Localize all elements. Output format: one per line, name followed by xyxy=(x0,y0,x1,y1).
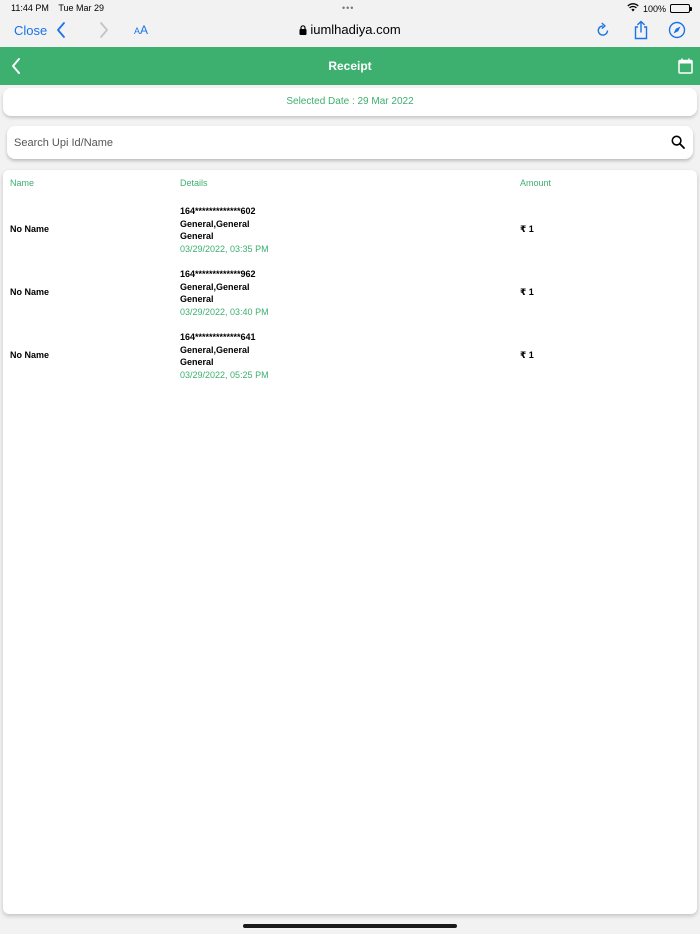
multitasking-dots[interactable]: ••• xyxy=(342,3,354,13)
selected-date-text: Selected Date : 29 Mar 2022 xyxy=(286,96,414,107)
lock-icon xyxy=(299,23,307,38)
search-input[interactable] xyxy=(7,126,657,159)
row-category: General,General xyxy=(180,218,250,229)
battery-icon xyxy=(670,4,692,13)
home-indicator[interactable] xyxy=(243,924,457,928)
selected-date-card[interactable]: Selected Date : 29 Mar 2022 xyxy=(3,88,697,116)
row-subcategory: General xyxy=(180,231,214,241)
search-icon[interactable] xyxy=(671,135,685,154)
column-header-details: Details xyxy=(180,178,208,188)
table-row[interactable]: No Name 164*************962 General,Gene… xyxy=(3,265,697,325)
row-amount: ₹ 1 xyxy=(520,287,534,297)
reload-icon[interactable] xyxy=(596,22,610,43)
row-name: No Name xyxy=(10,287,50,297)
battery-percent: 100% xyxy=(642,3,666,14)
column-header-name: Name xyxy=(10,178,35,188)
status-date: Tue Mar 29 xyxy=(58,3,105,13)
calendar-icon[interactable] xyxy=(678,58,693,79)
column-header-amount: Amount xyxy=(520,178,552,188)
row-subcategory: General xyxy=(180,294,214,304)
row-details: 164*************641 General,General Gene… xyxy=(180,331,269,381)
status-bar: 11:44 PM Tue Mar 29 ••• 100% xyxy=(0,0,700,16)
status-time: 11:44 PM xyxy=(11,3,49,13)
row-amount: ₹ 1 xyxy=(520,224,534,234)
row-details: 164*************962 General,General Gene… xyxy=(180,268,269,318)
page-title: Receipt xyxy=(328,59,372,73)
table-row[interactable]: No Name 164*************602 General,Gene… xyxy=(3,202,697,262)
row-category: General,General xyxy=(180,281,250,292)
receipt-table: Name Details Amount No Name 164*********… xyxy=(3,170,697,914)
row-timestamp: 03/29/2022, 05:25 PM xyxy=(180,369,269,380)
row-name: No Name xyxy=(10,350,50,360)
search-box xyxy=(7,126,693,159)
address-bar[interactable]: iumlhadiya.com xyxy=(0,22,700,38)
wifi-icon xyxy=(627,3,639,14)
row-timestamp: 03/29/2022, 03:35 PM xyxy=(180,243,269,254)
browser-toolbar: Close AA iumlhadiya.com xyxy=(0,16,700,47)
status-time-date: 11:44 PM Tue Mar 29 xyxy=(11,3,104,13)
status-indicators: 100% xyxy=(627,3,692,14)
row-amount: ₹ 1 xyxy=(520,350,534,360)
row-details: 164*************602 General,General Gene… xyxy=(180,205,269,255)
row-upi-id: 164*************602 xyxy=(180,206,256,216)
share-icon[interactable] xyxy=(633,20,649,45)
table-row[interactable]: No Name 164*************641 General,Gene… xyxy=(3,328,697,388)
row-timestamp: 03/29/2022, 03:40 PM xyxy=(180,306,269,317)
compass-icon[interactable] xyxy=(668,21,686,44)
url-text: iumlhadiya.com xyxy=(310,22,401,37)
row-category: General,General xyxy=(180,344,250,355)
row-name: No Name xyxy=(10,224,50,234)
row-upi-id: 164*************641 xyxy=(180,332,256,342)
app-header: Receipt xyxy=(0,47,700,85)
row-subcategory: General xyxy=(180,357,214,367)
row-upi-id: 164*************962 xyxy=(180,269,256,279)
